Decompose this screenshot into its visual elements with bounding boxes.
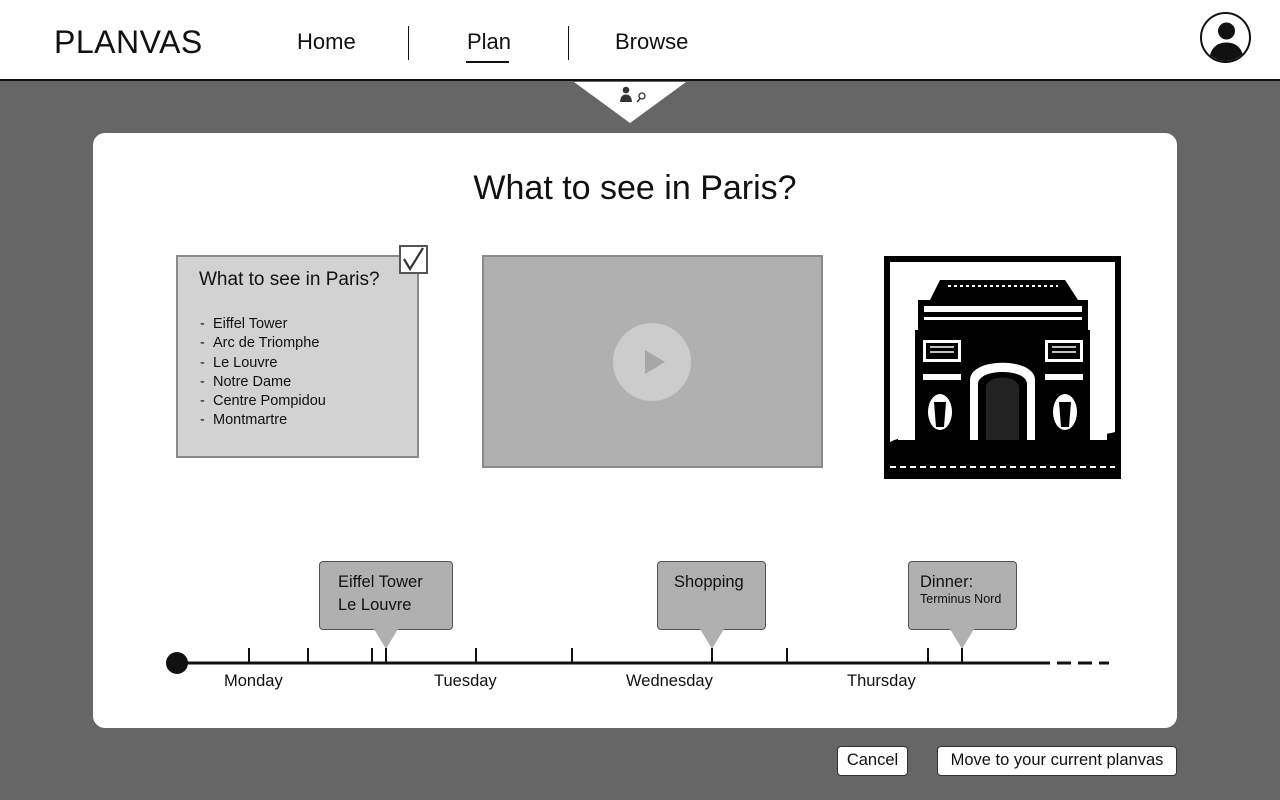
cancel-button[interactable]: Cancel bbox=[837, 746, 908, 776]
day-label-tuesday: Tuesday bbox=[434, 672, 497, 690]
user-icon bbox=[1209, 22, 1244, 61]
nav-home[interactable]: Home bbox=[297, 29, 356, 55]
move-to-planvas-button[interactable]: Move to your current planvas bbox=[937, 746, 1177, 776]
timeline-track bbox=[166, 629, 1109, 674]
nav-browse[interactable]: Browse bbox=[615, 29, 688, 55]
day-label-thursday: Thursday bbox=[847, 672, 916, 690]
day-label-monday: Monday bbox=[224, 672, 283, 690]
day-label-wednesday: Wednesday bbox=[626, 672, 713, 690]
brand-logo[interactable]: PLANVAS bbox=[54, 24, 203, 61]
nav-divider bbox=[568, 26, 569, 60]
panel-pull-tab[interactable] bbox=[574, 82, 686, 129]
nav-active-underline bbox=[466, 61, 509, 63]
nav-plan[interactable]: Plan bbox=[467, 29, 511, 55]
top-header: PLANVAS Home Plan Browse bbox=[0, 0, 1280, 81]
planvas-card: What to see in Paris? What to see in Par… bbox=[93, 133, 1177, 728]
timeline-start-dot bbox=[166, 652, 188, 674]
nav-divider bbox=[408, 26, 409, 60]
user-avatar-button[interactable] bbox=[1200, 12, 1251, 63]
